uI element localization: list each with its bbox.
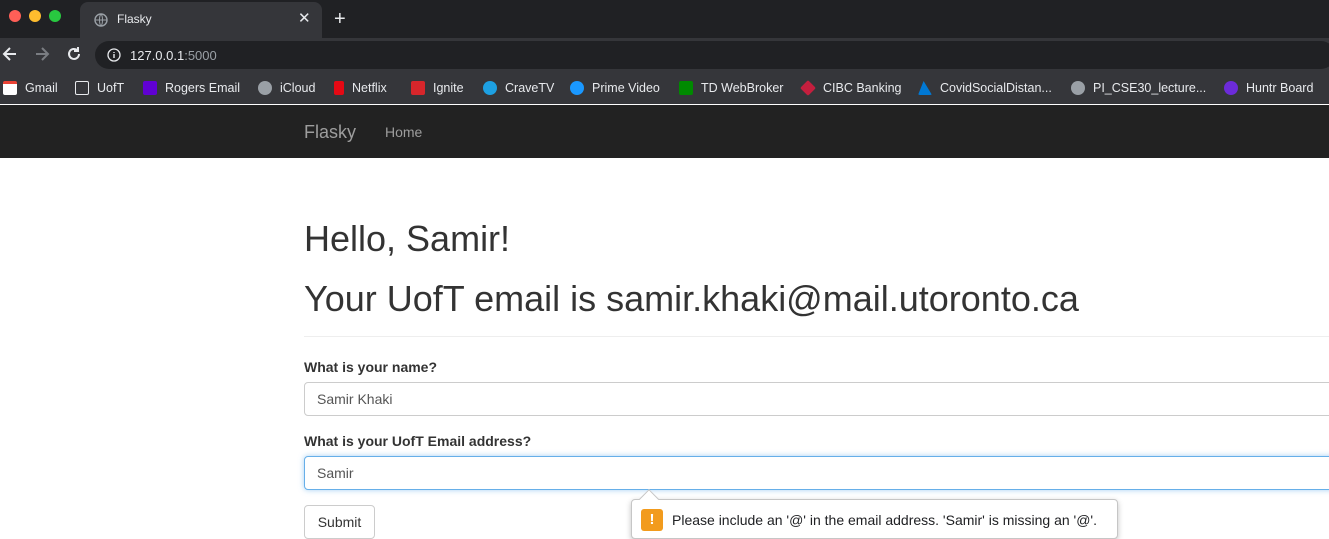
- tab-title: Flasky: [117, 12, 152, 26]
- bookmark-prime-video[interactable]: Prime Video: [570, 80, 660, 96]
- rogers-mail-icon: [143, 81, 157, 95]
- validation-message: Please include an '@' in the email addre…: [672, 512, 1097, 528]
- page-content: Hello, Samir! Your UofT email is samir.k…: [304, 158, 1329, 539]
- bookmark-label: Huntr Board: [1246, 81, 1314, 95]
- name-label: What is your name?: [304, 359, 438, 375]
- address-bar[interactable]: 127.0.0.1:5000: [95, 41, 1329, 69]
- globe-icon: [94, 13, 108, 27]
- bookmark-label: CIBC Banking: [823, 81, 902, 95]
- bookmark-label: Gmail: [25, 81, 58, 95]
- warning-icon: !: [641, 509, 663, 531]
- bookmark-label: CraveTV: [505, 81, 555, 95]
- globe-icon: [1071, 81, 1085, 95]
- tab-close-icon[interactable]: ✕: [298, 11, 311, 27]
- gmail-icon: [3, 81, 17, 95]
- back-arrow-icon[interactable]: [0, 44, 20, 64]
- apple-icon: [258, 81, 272, 95]
- huntr-icon: [1224, 81, 1238, 95]
- browser-tabstrip: Flasky ✕ +: [0, 0, 1329, 38]
- bookmark-label: Prime Video: [592, 81, 660, 95]
- minimize-window-button[interactable]: [29, 10, 41, 22]
- bookmark-label: Netflix: [352, 81, 387, 95]
- bookmark-label: Ignite: [433, 81, 464, 95]
- bookmark-label: UofT: [97, 81, 125, 95]
- bookmark-label: Rogers Email: [165, 81, 241, 95]
- bookmark-label: iCloud: [280, 81, 316, 95]
- maximize-window-button[interactable]: [49, 10, 61, 22]
- bookmark-huntr-board[interactable]: Huntr Board: [1224, 80, 1313, 96]
- crave-icon: [483, 81, 497, 95]
- greeting-heading: Hello, Samir!: [304, 218, 511, 259]
- browser-toolbar: 127.0.0.1:5000: [0, 38, 1329, 72]
- bookmark-td-webbroker[interactable]: TD WebBroker: [679, 80, 783, 96]
- bookmark-ignite[interactable]: Ignite: [411, 80, 464, 96]
- email-input[interactable]: [304, 456, 1329, 490]
- bookmark-label: TD WebBroker: [701, 81, 784, 95]
- bookmark-netflix[interactable]: Netflix: [334, 80, 387, 96]
- azure-icon: [918, 81, 932, 95]
- browser-tab-flasky[interactable]: Flasky ✕: [80, 2, 322, 38]
- close-window-button[interactable]: [9, 10, 21, 22]
- bookmark-cibc-banking[interactable]: CIBC Banking: [800, 80, 902, 96]
- name-input[interactable]: [304, 382, 1329, 416]
- bookmark-cravetv[interactable]: CraveTV: [483, 80, 554, 96]
- netflix-icon: [334, 81, 344, 95]
- heading-divider: [304, 336, 1329, 337]
- bookmarks-bar: Gmail UofT Rogers Email iCloud Netflix I…: [0, 72, 1329, 104]
- nav-link-home[interactable]: Home: [385, 124, 422, 140]
- folder-icon: [75, 81, 89, 95]
- email-label: What is your UofT Email address?: [304, 433, 532, 449]
- bookmark-covidsocialdistan[interactable]: CovidSocialDistan...: [918, 80, 1052, 96]
- site-navbar: Flasky Home: [0, 105, 1329, 158]
- bookmark-label: PI_CSE30_lecture...: [1093, 81, 1207, 95]
- bookmark-gmail[interactable]: Gmail: [3, 80, 58, 96]
- validation-tooltip: ! Please include an '@' in the email add…: [631, 489, 1118, 539]
- navbar-brand[interactable]: Flasky: [304, 122, 356, 143]
- email-heading: Your UofT email is samir.khaki@mail.utor…: [304, 278, 1079, 319]
- cibc-icon: [800, 80, 816, 96]
- reload-icon[interactable]: [64, 44, 84, 64]
- prime-video-icon: [570, 81, 584, 95]
- url-host: 127.0.0.1: [130, 48, 185, 63]
- url-text: 127.0.0.1:5000: [130, 48, 217, 63]
- bookmark-rogers-email[interactable]: Rogers Email: [143, 80, 240, 96]
- new-tab-button[interactable]: +: [334, 8, 346, 30]
- ignite-icon: [411, 81, 425, 95]
- submit-button[interactable]: Submit: [304, 505, 375, 539]
- td-icon: [679, 81, 693, 95]
- forward-arrow-icon[interactable]: [32, 44, 52, 64]
- bookmark-label: CovidSocialDistan...: [940, 81, 1052, 95]
- bookmark-pi-cse30[interactable]: PI_CSE30_lecture...: [1071, 80, 1206, 96]
- info-icon[interactable]: [107, 48, 121, 62]
- bookmark-icloud[interactable]: iCloud: [258, 80, 315, 96]
- bookmark-uoft[interactable]: UofT: [75, 80, 124, 96]
- url-port: :5000: [184, 48, 217, 63]
